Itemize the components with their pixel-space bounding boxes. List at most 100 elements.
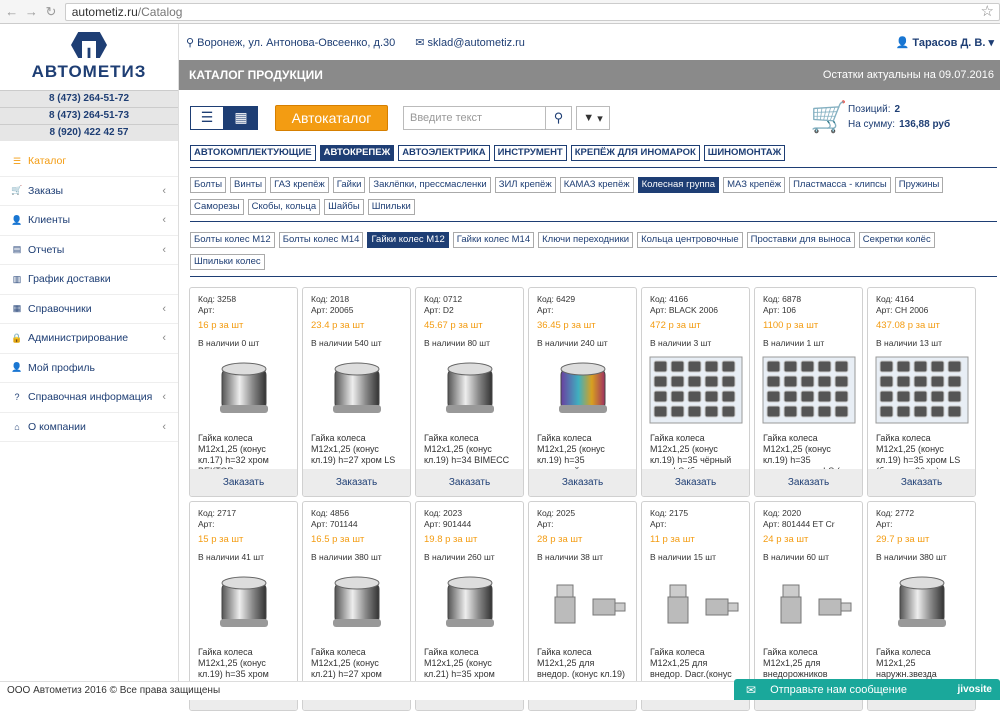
chat-widget[interactable]: ✉ Отправьте нам сообщение jivosite	[734, 679, 1000, 700]
sidebar-item[interactable]: 🛒 Заказы ‹	[0, 177, 178, 206]
reload-icon[interactable]: ↻	[43, 4, 59, 20]
product-stock: В наличии 13 шт	[876, 338, 942, 348]
user-menu[interactable]: 👤 Тарасов Д. В. ▾	[896, 36, 994, 49]
product-card[interactable]: Код: 4856 Арт: 701144 16.5 р за шт В нал…	[302, 501, 411, 711]
section-tab[interactable]: КРЕПЁЖ ДЛЯ ИНОМАРОК	[570, 145, 700, 161]
subcategory-chip[interactable]: Секретки колёс	[858, 232, 935, 248]
address-bar[interactable]: autometiz.ru/Catalog	[64, 2, 1000, 21]
product-card[interactable]: Код: 6429 Арт: 36.45 р за шт В наличии 2…	[528, 287, 637, 497]
rainbow-nut-icon[interactable]	[535, 355, 630, 425]
category-chip[interactable]: ГАЗ крепёж	[270, 177, 329, 193]
product-article: Арт: 901444	[424, 519, 472, 529]
category-chip[interactable]: Гайки	[332, 177, 366, 193]
product-code: Код: 2175	[650, 508, 689, 518]
order-button[interactable]: Заказать	[755, 469, 862, 496]
bookmark-star-icon[interactable]: ☆	[981, 2, 994, 20]
product-card[interactable]: Код: 3258 Арт: 16 р за шт В наличии 0 шт…	[189, 287, 298, 497]
search-input[interactable]: Введите текст	[403, 106, 546, 130]
subcategory-chip[interactable]: Болты колес М12	[190, 232, 275, 248]
sidebar-item[interactable]: 👤 Мой профиль	[0, 354, 178, 383]
nut-icon[interactable]	[309, 355, 404, 425]
nut-icon[interactable]	[422, 355, 517, 425]
product-price: 472 р за шт	[650, 320, 701, 331]
product-card[interactable]: Код: 2025 Арт: 28 р за шт В наличии 38 ш…	[528, 501, 637, 711]
nut-set-icon[interactable]	[761, 355, 856, 425]
caret-down-icon: ▾	[988, 36, 994, 49]
product-card[interactable]: Код: 2023 Арт: 901444 19.8 р за шт В нал…	[415, 501, 524, 711]
category-chip[interactable]: Шайбы	[324, 199, 364, 215]
order-button[interactable]: Заказать	[416, 469, 523, 496]
search-button[interactable]: ⚲	[545, 106, 572, 130]
sidebar-item[interactable]: 👤 Клиенты ‹	[0, 206, 178, 236]
nut-pair-icon[interactable]	[648, 569, 743, 639]
subcategory-chip[interactable]: Проставки для выноса	[746, 232, 855, 248]
category-chip[interactable]: ЗИЛ крепёж	[494, 177, 556, 193]
subcategory-chip[interactable]: Кольца центровочные	[637, 232, 743, 248]
nut-icon[interactable]	[422, 569, 517, 639]
grid-icon: ▦	[12, 303, 22, 314]
sidebar-item[interactable]: 🔒 Администрирование ‹	[0, 324, 178, 354]
product-card[interactable]: Код: 4164 Арт: CH 2006 437.08 р за шт В …	[867, 287, 976, 497]
product-card[interactable]: Код: 2717 Арт: 15 р за шт В наличии 41 ш…	[189, 501, 298, 711]
nut-icon[interactable]	[196, 355, 291, 425]
order-button[interactable]: Заказать	[190, 469, 297, 496]
subcategory-chip[interactable]: Болты колес М14	[278, 232, 364, 248]
grid-view-button[interactable]: ▦	[224, 105, 258, 130]
subcategory-chip[interactable]: Ключи переходники	[538, 232, 634, 248]
sidebar-item[interactable]: ▥ График доставки	[0, 265, 178, 295]
sidebar-item[interactable]: ▤ Отчеты ‹	[0, 236, 178, 265]
category-chip[interactable]: Винты	[230, 177, 267, 193]
order-button[interactable]: Заказать	[642, 469, 749, 496]
sidebar-item[interactable]: ? Справочная информация ‹	[0, 383, 178, 413]
user-icon: 👤	[11, 214, 23, 225]
category-chip[interactable]: МАЗ крепёж	[723, 177, 786, 193]
subcategory-chip[interactable]: Гайки колес М14	[452, 232, 535, 248]
user-icon: 👤	[11, 362, 23, 373]
sidebar-item[interactable]: ⌂ О компании ‹	[0, 413, 178, 442]
subcategory-chip[interactable]: Гайки колес М12	[367, 232, 449, 248]
order-button[interactable]: Заказать	[303, 469, 410, 496]
category-chip[interactable]: Заклёпки, прессмасленки	[369, 177, 491, 193]
product-card[interactable]: Код: 0712 Арт: D2 45.67 р за шт В наличи…	[415, 287, 524, 497]
nut-pair-icon[interactable]	[535, 569, 630, 639]
category-chip[interactable]: Шпильки	[367, 199, 415, 215]
sidebar-item[interactable]: ▦ Справочники ‹	[0, 295, 178, 324]
nut-icon[interactable]	[874, 569, 969, 639]
nut-diagram-icon[interactable]	[761, 569, 856, 639]
order-button[interactable]: Заказать	[868, 469, 975, 496]
section-tab[interactable]: АВТОЭЛЕКТРИКА	[398, 145, 490, 161]
sidebar-item-label: Каталог	[28, 155, 67, 168]
product-article: Арт: 701144	[311, 519, 358, 529]
filter-button[interactable]: ▼ ▾	[576, 106, 610, 130]
sidebar-item[interactable]: ☰ Каталог	[0, 147, 178, 177]
email-link[interactable]: sklad@autometiz.ru	[428, 37, 525, 49]
section-tab[interactable]: ИНСТРУМЕНТ	[493, 145, 567, 161]
section-tab[interactable]: АВТОКРЕПЕЖ	[319, 145, 395, 161]
category-chip[interactable]: Пружины	[894, 177, 944, 193]
list-view-button[interactable]: ☰	[190, 105, 224, 130]
section-tab[interactable]: АВТОКОМПЛЕКТУЮЩИЕ	[190, 145, 316, 161]
section-tab[interactable]: ШИНОМОНТАЖ	[703, 145, 786, 161]
category-chip[interactable]: Пластмасса - клипсы	[789, 177, 891, 193]
cart-icon[interactable]: 🛒	[810, 100, 847, 135]
nut-set-icon[interactable]	[648, 355, 743, 425]
nut-icon[interactable]	[196, 569, 291, 639]
category-chip[interactable]: КАМАЗ крепёж	[559, 177, 634, 193]
category-chip[interactable]: Болты	[190, 177, 227, 193]
top-info-bar: ⚲ Воронеж, ул. Антонова-Овсеенко, д.30 ✉…	[179, 24, 1000, 60]
category-chip[interactable]: Скобы, кольца	[247, 199, 321, 215]
nut-set-icon[interactable]	[874, 355, 969, 425]
product-card[interactable]: Код: 4166 Арт: BLACK 2006 472 р за шт В …	[641, 287, 750, 497]
order-button[interactable]: Заказать	[529, 469, 636, 496]
category-chip[interactable]: Саморезы	[190, 199, 244, 215]
product-card[interactable]: Код: 2018 Арт: 20065 23.4 р за шт В нали…	[302, 287, 411, 497]
logo[interactable]: АВТОМЕТИЗ	[0, 24, 178, 90]
category-chip[interactable]: Колесная группа	[637, 177, 720, 193]
product-article: Арт:	[198, 305, 215, 315]
nut-icon[interactable]	[309, 569, 404, 639]
product-card[interactable]: Код: 6878 Арт: 106 1100 р за шт В наличи…	[754, 287, 863, 497]
subcategory-chip[interactable]: Шпильки колес	[190, 254, 265, 270]
back-icon[interactable]: ←	[4, 4, 20, 19]
autocatalog-button[interactable]: Автокаталог	[275, 105, 388, 131]
forward-icon[interactable]: →	[24, 4, 40, 19]
